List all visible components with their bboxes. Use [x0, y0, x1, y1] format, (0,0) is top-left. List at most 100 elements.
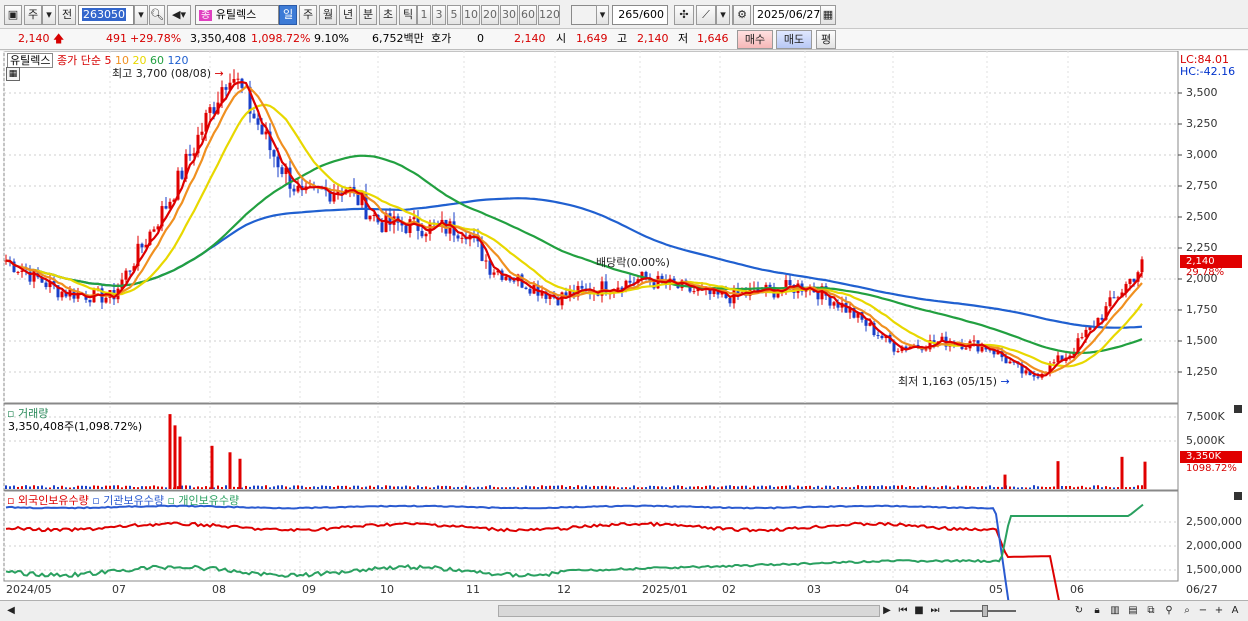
period-button-5[interactable]: 초	[379, 5, 397, 25]
search-icon[interactable]: ⌕	[1180, 604, 1194, 618]
holdings-legend-item: ▫ 개인보유수량	[163, 494, 240, 507]
stop-icon[interactable]: ■	[912, 604, 926, 618]
low-annotation: 최저 1,163 (05/15) →	[898, 375, 1010, 388]
interval-button-1[interactable]: 1	[417, 5, 431, 25]
volume-bar	[973, 487, 975, 489]
stock-code-input[interactable]: 263050	[78, 5, 134, 25]
volume-bar	[125, 485, 127, 489]
volume-bar	[665, 487, 667, 489]
refresh-icon[interactable]: ↻	[1072, 604, 1086, 618]
high-annotation: 최고 3,700 (08/08) →	[112, 67, 224, 80]
volume-bar	[33, 485, 35, 489]
volume-bar	[485, 486, 487, 489]
volume-bar	[61, 485, 63, 489]
chevron-down-icon[interactable]: ▾	[42, 5, 56, 25]
zoom-out-icon[interactable]: −	[1196, 604, 1210, 618]
chevron-down-icon[interactable]: ▾	[716, 5, 730, 25]
search-icon[interactable]: 🔍︎	[149, 5, 165, 25]
close-icon[interactable]	[1234, 492, 1242, 500]
grid-icon[interactable]: ▦	[6, 67, 20, 81]
volume-bar	[257, 485, 259, 489]
candle-body	[492, 272, 496, 275]
zoom-icon[interactable]: ⚲	[1162, 604, 1176, 618]
period-button-3[interactable]: 년	[339, 5, 357, 25]
crosshair-icon[interactable]: ✣	[674, 5, 694, 25]
count-total: /600	[639, 8, 664, 21]
chart-area[interactable]: 유틸렉스 종가 단순 5 10 20 60 120 ▦ 최고 3,700 (08…	[0, 50, 1248, 621]
candle-body	[180, 170, 184, 179]
stock-chart[interactable]	[0, 50, 1248, 621]
speaker-icon[interactable]: ◀▾	[167, 5, 191, 25]
candle-body	[1100, 317, 1104, 320]
volume-bar	[249, 486, 251, 489]
text-icon[interactable]: A	[1228, 604, 1242, 618]
volume-bar	[509, 487, 511, 489]
interval-button-60[interactable]: 60	[519, 5, 537, 25]
volume-bar	[193, 487, 195, 489]
volume-bar	[857, 485, 859, 489]
trade-amount: 6,752백만	[372, 32, 424, 45]
interval-button-10[interactable]: 10	[462, 5, 480, 25]
volume-bar	[789, 485, 791, 489]
avg-button[interactable]: 평	[816, 30, 836, 49]
gear-icon[interactable]: ⚙	[733, 5, 751, 25]
calendar-icon[interactable]: ▦	[820, 5, 836, 25]
zoom-in-icon[interactable]: +	[1212, 604, 1226, 618]
count-field[interactable]: 265/600	[612, 5, 668, 25]
volume-bar	[765, 486, 767, 489]
period-button-2[interactable]: 월	[319, 5, 337, 25]
window-icon[interactable]: ▣	[4, 5, 22, 25]
prev-button[interactable]: 전	[58, 5, 76, 25]
zoom-slider-handle[interactable]	[982, 605, 988, 617]
period-button-1[interactable]: 주	[299, 5, 317, 25]
volume-bar	[481, 487, 483, 489]
interval-button-30[interactable]: 30	[500, 5, 518, 25]
volume-bar	[277, 485, 279, 489]
volume-bar	[477, 486, 479, 489]
volume-bar	[777, 486, 779, 489]
scroll-right-icon[interactable]: ▶	[880, 604, 894, 618]
open-price: 1,649	[576, 32, 608, 45]
interval-button-3[interactable]: 3	[432, 5, 446, 25]
layout-icon[interactable]: ▤	[1126, 604, 1140, 618]
fast-forward-icon[interactable]: ⏭	[928, 604, 942, 618]
candle-body	[140, 243, 144, 248]
volume-bar	[729, 485, 731, 489]
period-button-0[interactable]: 일	[279, 5, 297, 25]
interval-button-20[interactable]: 20	[481, 5, 499, 25]
date-field[interactable]: 2025/06/27	[753, 5, 823, 25]
volume-bar	[145, 486, 147, 489]
copy-icon[interactable]: ⧉	[1144, 604, 1158, 618]
draw-tool-icon[interactable]: ⟋	[696, 5, 716, 25]
volume-bar	[1077, 486, 1079, 489]
scroll-left-icon[interactable]: ◀	[4, 604, 18, 618]
stock-name-field[interactable]: 종 유틸렉스	[195, 5, 279, 25]
scrollbar-thumb[interactable]	[498, 605, 880, 617]
period-button-4[interactable]: 분	[359, 5, 377, 25]
interval-button-5[interactable]: 5	[447, 5, 461, 25]
volume-bar	[377, 485, 379, 489]
chevron-down-icon[interactable]: ▾	[596, 5, 609, 25]
volume-bar	[425, 486, 427, 489]
sell-button[interactable]: 매도	[776, 30, 812, 49]
price-tick: 2,750	[1186, 179, 1218, 192]
interval-button-120[interactable]: 120	[538, 5, 560, 25]
volume-current-tag: 3,350K	[1180, 451, 1242, 463]
chart-type-icon[interactable]: ▥	[1108, 604, 1122, 618]
volume-bar	[581, 486, 583, 489]
stock-tag[interactable]: 유틸렉스	[7, 53, 54, 68]
candle-body	[1024, 370, 1028, 374]
volume-bar	[105, 485, 107, 489]
volume-bar	[645, 487, 647, 489]
chevron-down-icon[interactable]: ▾	[134, 5, 148, 25]
buy-button[interactable]: 매수	[737, 30, 773, 49]
candle-body	[412, 217, 416, 220]
volume-bar	[849, 487, 851, 489]
volume-bar	[1113, 487, 1115, 489]
rewind-icon[interactable]: ⏮	[896, 604, 910, 618]
stock-badge: 종	[199, 10, 213, 21]
close-icon[interactable]	[1234, 405, 1242, 413]
market-prefix-button[interactable]: 주	[24, 5, 42, 25]
period-button-6[interactable]: 틱	[399, 5, 417, 25]
lock-icon[interactable]: 🔒︎	[1090, 604, 1104, 618]
